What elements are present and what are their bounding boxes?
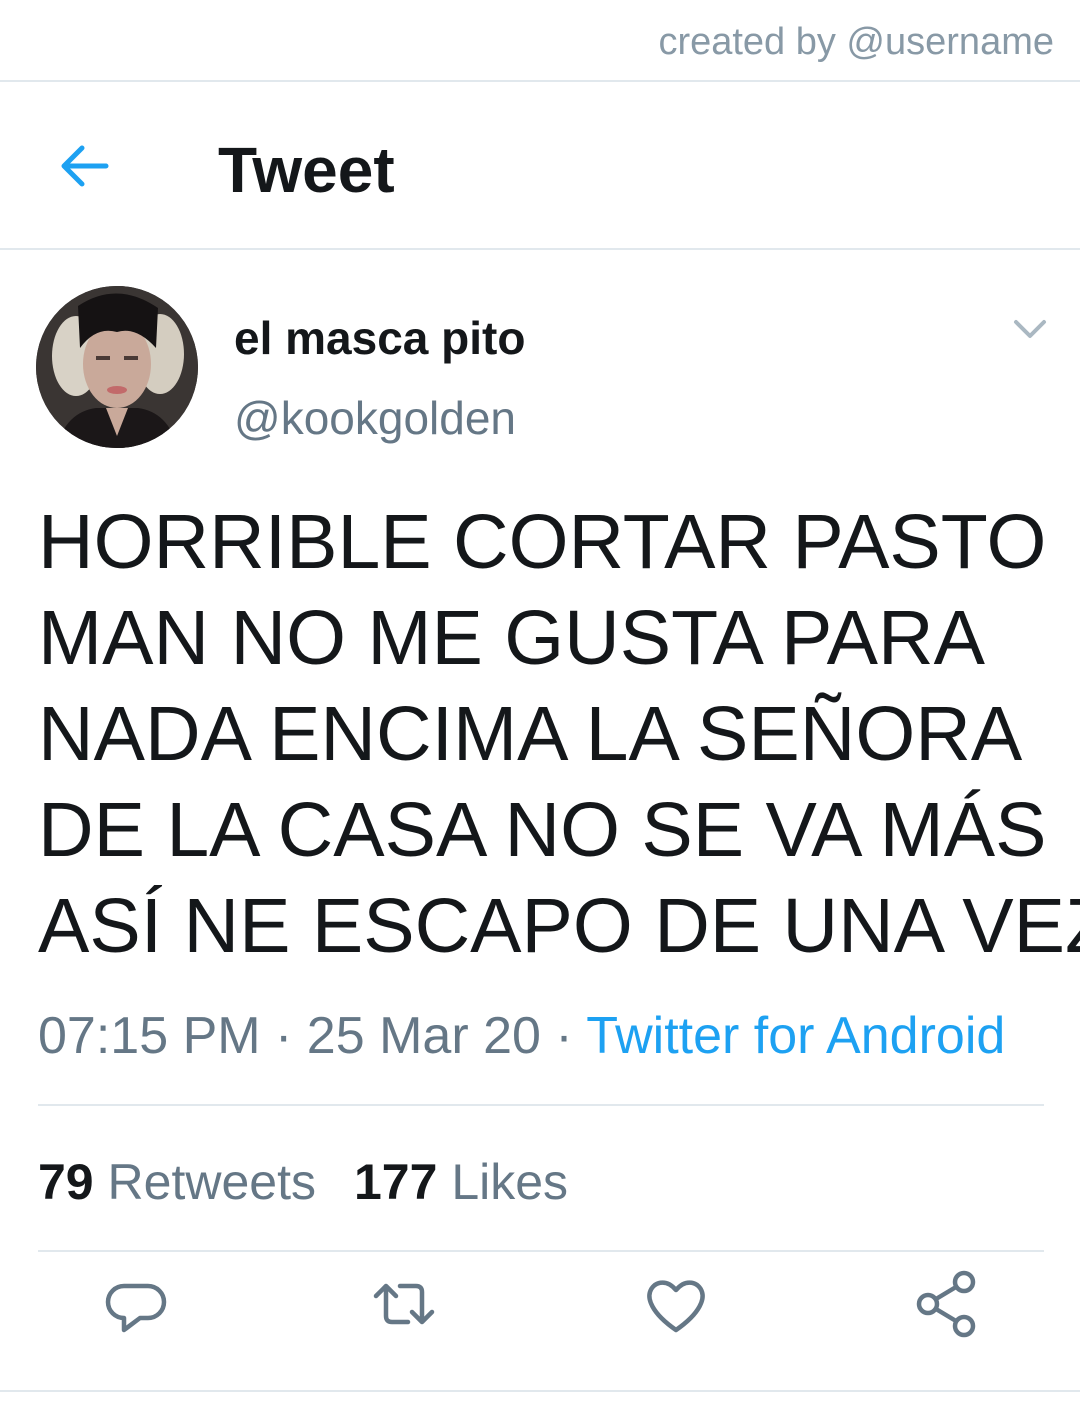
tweet-text-line: MAN NO ME GUSTA PARA [38, 595, 985, 681]
likes-count: 177 [353, 1154, 438, 1210]
share-icon [916, 1270, 976, 1338]
avatar[interactable] [36, 286, 198, 448]
heart-icon [647, 1280, 705, 1333]
likes-label: Likes [451, 1154, 569, 1210]
watermark: created by @username [658, 21, 1054, 63]
tweet-date: 25 Mar 20 [306, 1007, 541, 1065]
tweet-text-line: ASÍ NE ESCAPO DE UNA VEZ [38, 883, 1080, 969]
tweet-meta: 07:15 PM · 25 Mar 20 · Twitter for Andro… [38, 1004, 1005, 1068]
share-button[interactable] [906, 1264, 986, 1344]
tweet-time: 07:15 PM [38, 1007, 261, 1065]
chevron-down-icon [1014, 320, 1046, 338]
tweet-text-line: HORRIBLE CORTAR PASTO [38, 499, 1047, 585]
arrow-left-icon [61, 145, 109, 187]
bottom-divider [0, 1390, 1080, 1392]
retweet-button[interactable] [364, 1264, 444, 1344]
tweet-text: HORRIBLE CORTAR PASTO MAN NO ME GUSTA PA… [38, 494, 1080, 974]
stats-divider [38, 1250, 1044, 1252]
meta-separator: · [540, 1007, 587, 1065]
like-button[interactable] [636, 1264, 716, 1344]
user-handle[interactable]: @kookgolden [234, 390, 516, 446]
reply-button[interactable] [96, 1264, 176, 1344]
back-button[interactable] [54, 138, 114, 194]
more-options-button[interactable] [1010, 312, 1050, 344]
display-name[interactable]: el masca pito [234, 310, 525, 366]
retweets-label: Retweets [107, 1154, 316, 1210]
reply-icon [105, 1283, 167, 1333]
header-divider [0, 248, 1080, 250]
tweet-stats: 79 Retweets 177 Likes [38, 1152, 606, 1212]
avatar-photo [36, 286, 198, 448]
meta-separator: · [260, 1007, 307, 1065]
tweet-text-line: NADA ENCIMA LA SEÑORA [38, 691, 1023, 777]
retweets-stat[interactable]: 79 Retweets [38, 1154, 316, 1210]
tweet-text-line: DE LA CASA NO SE VA MÁS [38, 787, 1047, 873]
page-title: Tweet [218, 134, 395, 206]
meta-divider [38, 1104, 1044, 1106]
likes-stat[interactable]: 177 Likes [354, 1154, 568, 1210]
retweet-icon [373, 1283, 435, 1325]
header-bar: Tweet [0, 82, 1080, 248]
tweet-source-link[interactable]: Twitter for Android [586, 1007, 1005, 1065]
retweets-count: 79 [38, 1154, 94, 1210]
